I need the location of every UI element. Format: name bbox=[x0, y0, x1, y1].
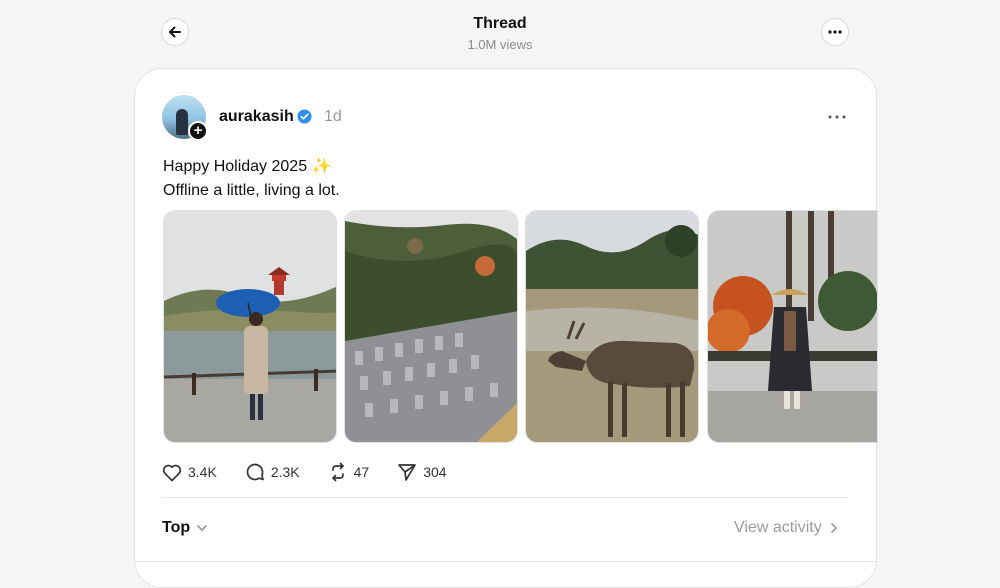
comment-button[interactable]: 2.3K bbox=[245, 462, 300, 482]
chevron-down-icon bbox=[197, 525, 207, 531]
chevron-right-icon bbox=[830, 523, 837, 533]
thread-menu-button[interactable] bbox=[821, 18, 849, 46]
post-timestamp[interactable]: 1d bbox=[324, 108, 342, 126]
avatar[interactable]: + bbox=[162, 95, 208, 141]
divider bbox=[135, 561, 876, 562]
caption-line-2: Offline a little, living a lot. bbox=[163, 182, 340, 199]
avatar-figure bbox=[176, 109, 188, 135]
comment-icon bbox=[246, 463, 264, 481]
post-menu-button[interactable] bbox=[825, 109, 849, 125]
username[interactable]: aurakasih bbox=[219, 108, 294, 126]
comment-count: 2.3K bbox=[270, 464, 300, 480]
caption-line-1: Happy Holiday 2025 bbox=[163, 158, 308, 175]
share-count: 304 bbox=[423, 464, 447, 480]
share-button[interactable]: 304 bbox=[397, 462, 447, 482]
more-horizontal-icon bbox=[828, 115, 846, 119]
post-actions: 3.4K 2.3K 47 304 bbox=[162, 461, 475, 483]
repost-count: 47 bbox=[353, 464, 370, 480]
repost-icon bbox=[331, 462, 344, 482]
view-count: 1.0M views bbox=[467, 37, 533, 52]
repost-button[interactable]: 47 bbox=[328, 462, 370, 482]
photo-deer-park[interactable] bbox=[525, 210, 699, 443]
page-title: Thread bbox=[473, 15, 527, 32]
view-activity-label: View activity bbox=[734, 519, 822, 536]
like-button[interactable]: 3.4K bbox=[162, 463, 217, 482]
heart-icon bbox=[162, 464, 182, 481]
sort-label: Top bbox=[162, 519, 191, 536]
divider bbox=[162, 497, 849, 498]
post-caption: Happy Holiday 2025 ✨ Offline a little, l… bbox=[163, 155, 340, 203]
photo-carousel[interactable] bbox=[163, 210, 878, 443]
follow-plus-icon[interactable]: + bbox=[188, 121, 208, 141]
sort-dropdown[interactable]: Top bbox=[162, 519, 208, 537]
photo-cemetery-hillside[interactable] bbox=[344, 210, 518, 443]
post-card: + aurakasih 1d Happy Holiday 2025 ✨ Offl… bbox=[134, 68, 878, 588]
more-horizontal-icon bbox=[828, 30, 842, 34]
sparkles-emoji: ✨ bbox=[311, 158, 332, 175]
thread-header: Thread 1.0M views bbox=[0, 0, 1000, 66]
send-icon bbox=[398, 464, 417, 481]
verified-badge-icon bbox=[297, 109, 312, 124]
photo-monk-straw-hat[interactable] bbox=[707, 210, 878, 443]
photo-woman-umbrella-pagoda[interactable] bbox=[163, 210, 337, 443]
view-activity-link[interactable]: View activity bbox=[734, 519, 838, 537]
like-count: 3.4K bbox=[188, 464, 217, 480]
